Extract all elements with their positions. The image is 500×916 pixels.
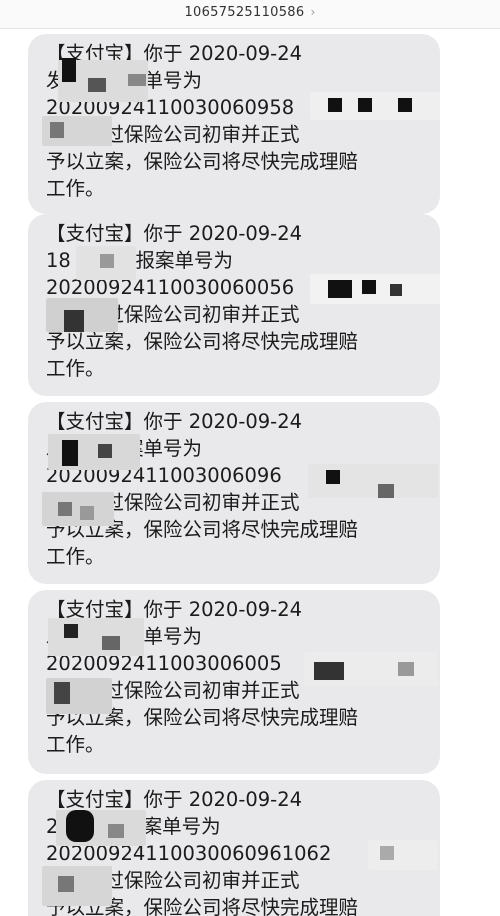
redaction-mosaic bbox=[66, 810, 94, 842]
redaction-mosaic bbox=[58, 502, 72, 516]
conversation-header[interactable]: 10657525110586 › bbox=[0, 0, 500, 29]
message-line: 予以立案，保险公司将尽快完成理赔 bbox=[46, 330, 359, 353]
message-line: 予以立案，保险公司将尽快完成理赔 bbox=[46, 150, 359, 173]
redaction-mosaic bbox=[98, 444, 112, 458]
redaction-mosaic bbox=[390, 284, 402, 296]
message-line: 工作。 bbox=[46, 357, 105, 380]
redaction-mosaic bbox=[314, 662, 344, 680]
redaction-mosaic bbox=[62, 440, 78, 466]
redaction-mosaic bbox=[128, 74, 146, 86]
redaction-mosaic bbox=[378, 484, 394, 498]
redaction-mosaic bbox=[328, 280, 352, 298]
redaction-mosaic bbox=[62, 58, 76, 82]
redaction-mosaic bbox=[368, 840, 438, 870]
contact-number[interactable]: 10657525110586 bbox=[184, 5, 304, 20]
redaction-mosaic bbox=[48, 618, 144, 656]
redaction-mosaic bbox=[100, 254, 114, 268]
redaction-mosaic bbox=[64, 310, 84, 332]
message-line: 【支付宝】你于 2020-09-24 bbox=[46, 222, 303, 245]
redaction-mosaic bbox=[362, 280, 376, 294]
message-bubble[interactable]: 【支付宝】你于 2020-09-24 发起的报案单号为 202009241100… bbox=[28, 34, 440, 214]
message-bubble[interactable]: 【支付宝】你于 2020-09-24 发起的报案单号为 202009241100… bbox=[28, 590, 440, 774]
chevron-right-icon[interactable]: › bbox=[310, 5, 315, 19]
message-line: 【支付宝】你于 2020-09-24 bbox=[46, 410, 303, 433]
redaction-mosaic bbox=[328, 98, 342, 112]
redaction-mosaic bbox=[102, 636, 120, 650]
redaction-mosaic bbox=[50, 122, 64, 138]
message-line: 【支付宝】你于 2020-09-24 bbox=[46, 788, 303, 811]
contact-number-row[interactable]: 10657525110586 › bbox=[0, 5, 500, 20]
redaction-mosaic bbox=[54, 682, 70, 704]
redaction-mosaic bbox=[58, 876, 74, 892]
redaction-mosaic bbox=[64, 624, 78, 638]
redaction-mosaic bbox=[358, 98, 372, 112]
redaction-mosaic bbox=[88, 78, 106, 92]
redaction-mosaic bbox=[326, 470, 340, 484]
redaction-mosaic bbox=[108, 824, 124, 838]
message-thread: 【支付宝】你于 2020-09-24 发起的报案单号为 202009241100… bbox=[0, 28, 500, 916]
message-line: 工作。 bbox=[46, 177, 105, 200]
message-bubble[interactable]: 【支付宝】你于 2020-09-24 2 发起的报案单号为 2020092411… bbox=[28, 780, 440, 916]
message-bubble[interactable]: 【支付宝】你于 2020-09-24 18 发起的报案单号为 202009241… bbox=[28, 214, 440, 396]
redaction-mosaic bbox=[380, 846, 394, 860]
message-bubble[interactable]: 【支付宝】你于 2020-09-24 发起的报案单号为 202009241100… bbox=[28, 402, 440, 584]
message-line: 工作。 bbox=[46, 733, 105, 756]
redaction-mosaic bbox=[42, 866, 112, 906]
message-line: 工作。 bbox=[46, 545, 105, 568]
redaction-mosaic bbox=[80, 506, 94, 520]
redaction-mosaic bbox=[398, 662, 414, 676]
redaction-mosaic bbox=[42, 492, 114, 526]
redaction-mosaic bbox=[398, 98, 412, 112]
